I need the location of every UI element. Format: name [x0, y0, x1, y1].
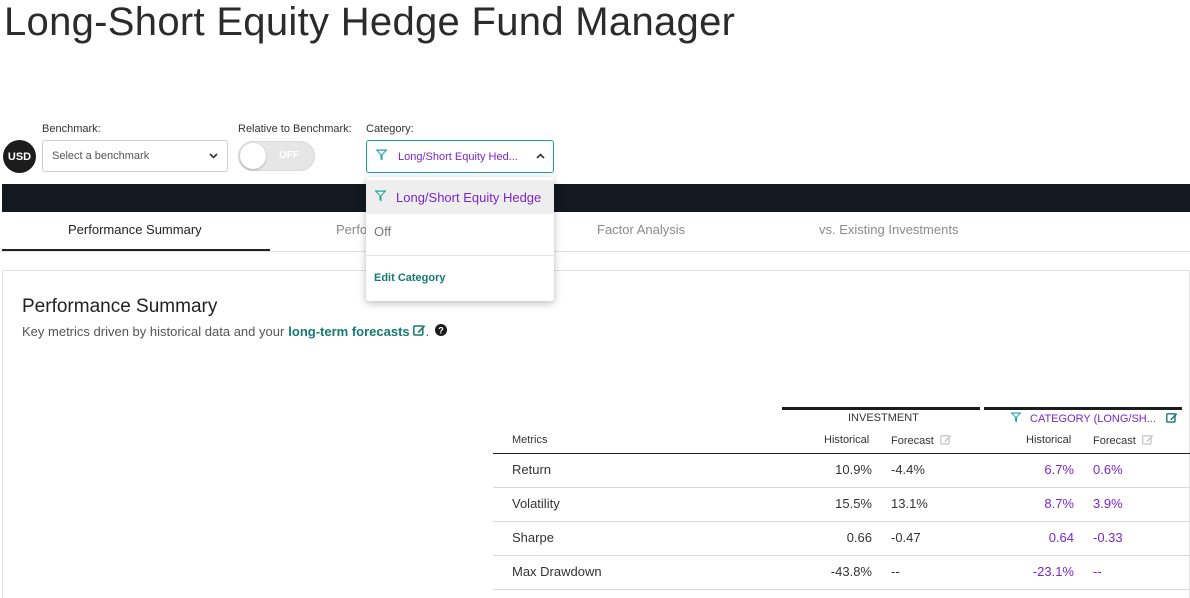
category-historical-value: 0.64 [1048, 530, 1074, 545]
investment-forecast-value: -- [891, 564, 900, 579]
forecast-header-label: Forecast [891, 435, 934, 447]
dropdown-option-off[interactable]: Off [366, 214, 554, 248]
edit-icon[interactable] [1141, 434, 1154, 448]
tab-performance-other[interactable]: Perfo [336, 222, 367, 237]
table-row-divider [493, 487, 1190, 488]
benchmark-select[interactable]: Select a benchmark [42, 140, 228, 172]
relative-benchmark-label: Relative to Benchmark: [238, 123, 352, 135]
funnel-icon [375, 149, 388, 164]
toggle-knob [240, 143, 266, 169]
category-group-label: CATEGORY (LONG/SH... [1030, 413, 1156, 425]
investment-historical-value: 0.66 [846, 530, 872, 545]
subtitle-text: Key metrics driven by historical data an… [22, 324, 285, 339]
investment-historical-value: -43.8% [830, 564, 872, 579]
tab-bar: Performance Summary Perfo Factor Analysi… [0, 212, 1190, 252]
funnel-icon [374, 190, 387, 205]
benchmark-placeholder: Select a benchmark [52, 150, 150, 162]
category-label: Category: [366, 123, 414, 135]
dropdown-option-long-short-equity-hedge[interactable]: Long/Short Equity Hedge [366, 180, 554, 214]
category-group-rule [984, 407, 1182, 410]
category-forecast-value: -- [1093, 564, 1102, 579]
tab-factor-analysis[interactable]: Factor Analysis [597, 222, 685, 237]
chevron-down-icon [209, 151, 218, 162]
category-value: Long/Short Equity Hed... [398, 150, 518, 163]
toggle-state-text: OFF [279, 150, 299, 161]
help-icon[interactable]: ? [435, 324, 448, 339]
table-row-divider [493, 521, 1190, 522]
funnel-icon [1010, 412, 1022, 426]
investment-group-header: INVESTMENT [848, 412, 919, 424]
metric-name: Sharpe [512, 530, 554, 545]
svg-text:?: ? [439, 325, 445, 335]
investment-historical-value: 10.9% [835, 462, 872, 477]
category-forecast-header: Forecast [1093, 434, 1154, 448]
category-historical-value: 6.7% [1044, 462, 1074, 477]
category-forecast-value: 3.9% [1093, 496, 1123, 511]
section-title: Performance Summary [22, 296, 218, 317]
investment-forecast-value: -4.4% [891, 462, 925, 477]
category-group-header: CATEGORY (LONG/SH... [1010, 412, 1178, 426]
category-select[interactable]: Long/Short Equity Hed... [366, 140, 554, 173]
forecast-header-label: Forecast [1093, 435, 1136, 447]
tab-vs-existing-investments[interactable]: vs. Existing Investments [819, 222, 958, 237]
dropdown-option-label: Off [374, 223, 392, 239]
table-row-divider [493, 555, 1190, 556]
table-row-divider [493, 589, 1190, 590]
chevron-up-icon [536, 151, 545, 162]
tab-performance-summary[interactable]: Performance Summary [68, 222, 202, 237]
metric-name: Volatility [512, 496, 560, 511]
category-historical-value: -23.1% [1032, 564, 1074, 579]
metric-name: Return [512, 462, 552, 477]
category-forecast-value: -0.33 [1093, 530, 1123, 545]
edit-icon[interactable] [1166, 412, 1178, 426]
subtitle-suffix: . [425, 324, 430, 339]
dropdown-divider [366, 255, 554, 256]
investment-forecast-value: 13.1% [891, 496, 928, 511]
investment-forecast-header: Forecast [891, 434, 952, 448]
category-dropdown-menu: Long/Short Equity Hedge Off Edit Categor… [366, 177, 554, 301]
page-title: Long-Short Equity Hedge Fund Manager [4, 0, 736, 44]
edit-category-link[interactable]: Edit Category [374, 272, 446, 284]
performance-summary-card [2, 270, 1190, 598]
investment-group-rule [782, 407, 980, 410]
edit-icon[interactable] [939, 434, 952, 448]
category-historical-header: Historical [1026, 434, 1072, 446]
table-header-rule [493, 453, 1190, 454]
section-subtitle: Key metrics driven by historical data an… [22, 324, 448, 339]
active-tab-indicator [2, 249, 270, 251]
investment-forecast-value: -0.47 [891, 530, 921, 545]
investment-historical-value: 15.5% [835, 496, 872, 511]
edit-icon[interactable] [412, 324, 426, 339]
metrics-column-header: Metrics [512, 434, 548, 446]
toolbar-band [2, 184, 1190, 212]
benchmark-label: Benchmark: [42, 123, 101, 135]
metric-name: Max Drawdown [512, 564, 602, 579]
dropdown-option-label: Long/Short Equity Hedge [396, 189, 542, 205]
category-forecast-value: 0.6% [1093, 462, 1123, 477]
relative-benchmark-toggle[interactable]: OFF [238, 141, 315, 171]
category-historical-value: 8.7% [1044, 496, 1074, 511]
long-term-forecasts-link[interactable]: long-term forecasts [288, 324, 409, 339]
investment-historical-header: Historical [824, 434, 870, 446]
currency-badge[interactable]: USD [3, 140, 36, 173]
